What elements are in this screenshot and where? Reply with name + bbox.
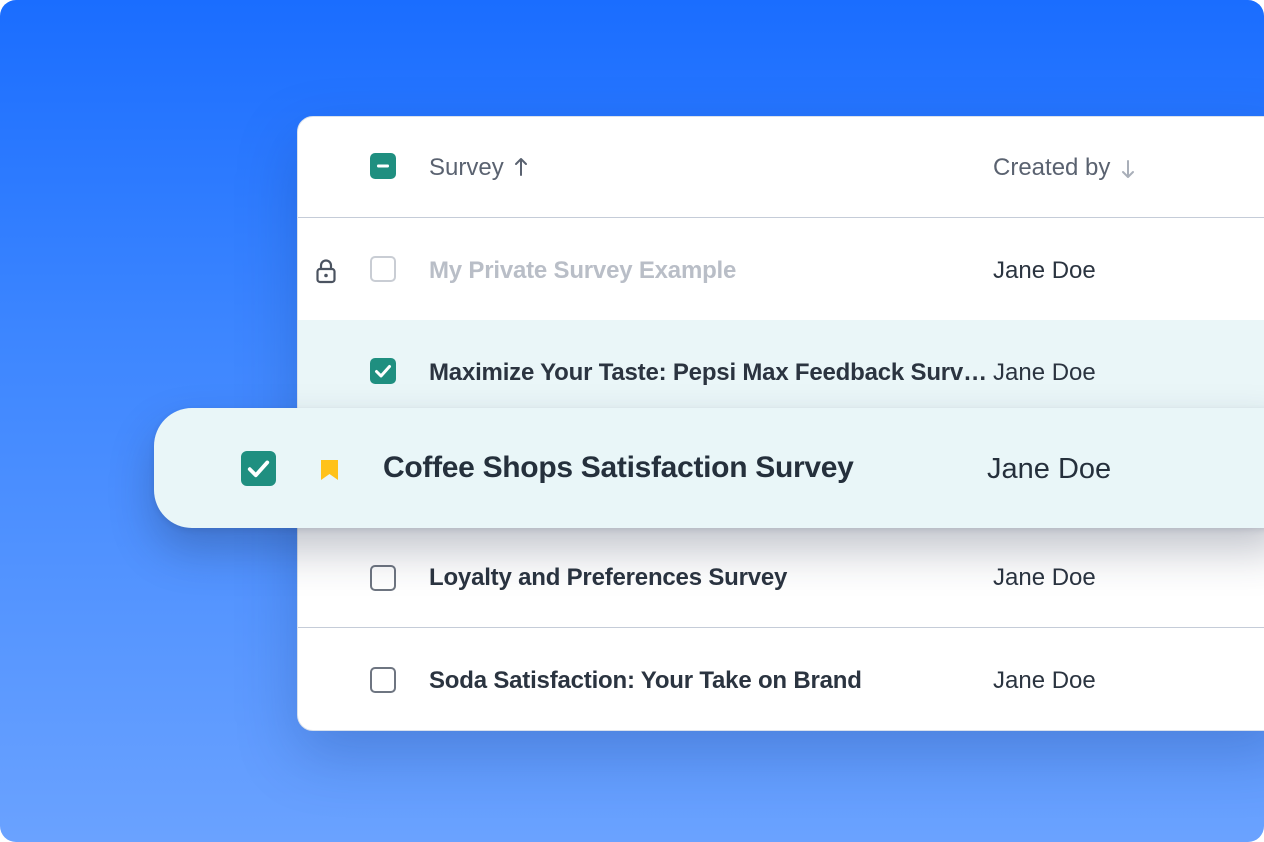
row-checkbox[interactable] bbox=[370, 667, 396, 693]
arrow-up-icon[interactable] bbox=[514, 157, 528, 177]
row-checkbox[interactable] bbox=[370, 256, 396, 282]
arrow-down-icon[interactable] bbox=[1121, 159, 1135, 179]
table-header-row: Survey Created by bbox=[298, 117, 1264, 218]
survey-title[interactable]: Maximize Your Taste: Pepsi Max Feedback … bbox=[429, 359, 987, 387]
check-icon bbox=[247, 460, 270, 478]
survey-title[interactable]: Soda Satisfaction: Your Take on Brand bbox=[429, 667, 862, 695]
table-row[interactable]: My Private Survey Example Jane Doe bbox=[298, 218, 1264, 321]
table-row[interactable]: Soda Satisfaction: Your Take on Brand Ja… bbox=[298, 628, 1264, 730]
row-checkbox[interactable] bbox=[241, 451, 276, 486]
row-checkbox[interactable] bbox=[370, 358, 396, 384]
created-by-name: Jane Doe bbox=[993, 667, 1096, 694]
created-by-name: Jane Doe bbox=[993, 564, 1096, 591]
select-all-checkbox[interactable] bbox=[370, 153, 396, 179]
highlighted-table-row[interactable]: Coffee Shops Satisfaction Survey Jane Do… bbox=[154, 408, 1264, 528]
table-row[interactable]: Loyalty and Preferences Survey Jane Doe bbox=[298, 526, 1264, 628]
background: Survey Created by My Private Survey Exam… bbox=[0, 0, 1264, 842]
bookmark-icon[interactable] bbox=[319, 458, 340, 482]
survey-title[interactable]: Coffee Shops Satisfaction Survey bbox=[383, 451, 854, 485]
created-by-column-header[interactable]: Created by bbox=[993, 154, 1110, 182]
minus-icon bbox=[377, 164, 389, 168]
created-by-name: Jane Doe bbox=[993, 359, 1096, 386]
survey-column-header[interactable]: Survey bbox=[429, 154, 504, 182]
lock-icon bbox=[316, 259, 336, 284]
created-by-name: Jane Doe bbox=[987, 453, 1112, 485]
survey-title[interactable]: My Private Survey Example bbox=[429, 257, 736, 285]
row-checkbox[interactable] bbox=[370, 565, 396, 591]
created-by-name: Jane Doe bbox=[993, 257, 1096, 284]
check-icon bbox=[375, 365, 391, 378]
survey-title[interactable]: Loyalty and Preferences Survey bbox=[429, 564, 787, 592]
